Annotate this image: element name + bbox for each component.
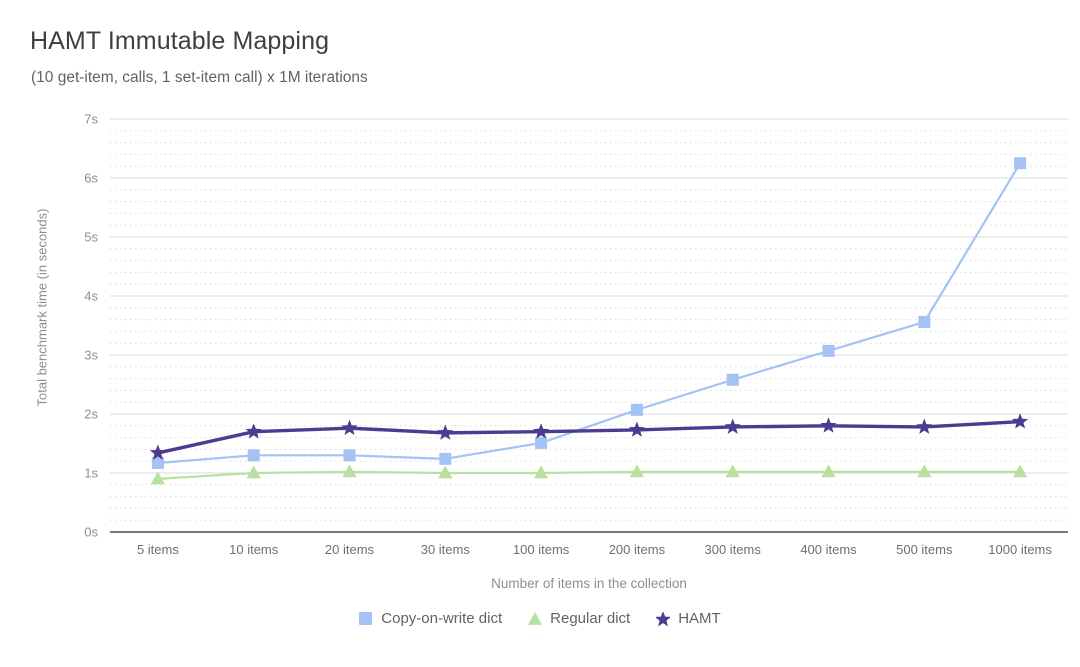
x-axis-ticks: 5 items 10 items 20 items 30 items 100 items… (137, 542, 1052, 557)
x-tick-label: 30 items (421, 542, 471, 557)
data-point-marker (656, 612, 671, 626)
data-point-marker (820, 417, 837, 433)
y-axis-ticks: 0s 1s 2s 3s 4s 5s 6s 7s (84, 112, 98, 540)
x-tick-label: 10 items (229, 542, 279, 557)
data-point-marker (822, 344, 835, 357)
square-marker-icon (359, 612, 373, 625)
x-tick-label: 200 items (609, 542, 666, 557)
data-point-marker (341, 419, 358, 436)
data-point-marker (630, 403, 643, 416)
data-point-marker (528, 612, 543, 625)
x-tick-label: 300 items (705, 542, 762, 557)
y-tick-label: 5s (84, 230, 98, 245)
legend-item-label: Copy-on-write dict (381, 610, 503, 627)
y-tick-label: 0s (84, 525, 98, 540)
y-tick-label: 7s (84, 112, 98, 127)
data-point-marker (439, 452, 452, 465)
x-tick-label: 20 items (325, 542, 375, 557)
data-point-marker (724, 418, 741, 434)
data-point-marker (343, 449, 356, 462)
legend-item-label: Regular dict (550, 610, 631, 627)
data-point-marker (245, 423, 262, 439)
series-line (156, 470, 1022, 480)
data-point-marker (247, 449, 260, 462)
chart-container: HAMT Immutable Mapping (10 get-item, cal… (0, 0, 1080, 667)
star-marker-icon (656, 612, 671, 626)
plot-area: 0s 1s 2s 3s 4s 5s 6s 7s 5 items 10 items 20 items 3… (84, 112, 1068, 557)
y-tick-label: 6s (84, 171, 98, 186)
y-tick-label: 4s (84, 289, 98, 304)
data-point-marker (628, 421, 645, 437)
x-tick-label: 1000 items (988, 542, 1052, 557)
triangle-marker-icon (528, 612, 543, 625)
series-hamt (149, 413, 1029, 460)
x-tick-label: 100 items (513, 542, 570, 557)
series-regular-dict (150, 464, 1028, 485)
legend-item[interactable]: Copy-on-write dict (359, 610, 502, 627)
y-tick-label: 2s (84, 407, 98, 422)
data-point-marker (342, 464, 357, 478)
series-copy-on-write-dict (151, 157, 1027, 469)
series-line (156, 162, 1022, 465)
data-point-marker (535, 436, 548, 449)
legend-item[interactable]: HAMT (656, 610, 721, 627)
y-tick-label: 1s (84, 466, 98, 481)
x-tick-label: 400 items (800, 542, 857, 557)
data-point-marker (918, 315, 931, 328)
y-tick-label: 3s (84, 348, 98, 363)
x-tick-label: 500 items (896, 542, 953, 557)
legend-item[interactable]: Regular dict (528, 610, 630, 627)
chart-legend: Copy-on-write dict Regular dict HAMT (0, 610, 1080, 627)
x-tick-label: 5 items (137, 542, 179, 557)
legend-item-label: HAMT (678, 610, 721, 627)
data-point-marker (1014, 157, 1027, 170)
data-point-marker (916, 418, 933, 434)
data-point-marker (726, 373, 739, 386)
